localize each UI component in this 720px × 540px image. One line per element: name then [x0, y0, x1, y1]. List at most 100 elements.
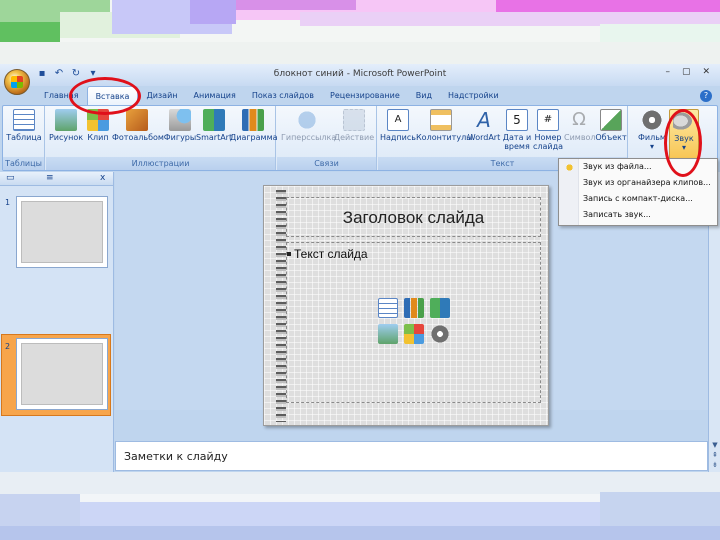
insert-picture-icon[interactable]: [378, 324, 398, 344]
slide-number-button-label: Номер слайда: [532, 133, 564, 151]
shapes-icon: [169, 109, 191, 131]
group-tables: Таблица Таблицы: [3, 106, 45, 170]
shapes-button-label: Фигуры: [163, 133, 197, 142]
clip-button-label: Клип: [87, 133, 109, 142]
menu-item-sound-from-clip-organizer[interactable]: Звук из органайзера клипов...: [583, 178, 711, 187]
outline-tab-icon[interactable]: ≡: [46, 174, 54, 183]
insert-media-icon[interactable]: [430, 324, 450, 344]
slide-thumbnail-1[interactable]: [16, 196, 108, 268]
notes-placeholder: Заметки к слайду: [124, 450, 228, 463]
textbox-button-label: Надпись: [380, 133, 416, 142]
smartart-icon: [203, 109, 225, 131]
powerpoint-window: ▪ ↶ ↻ ▾ блокнот синий - Microsoft PowerP…: [0, 64, 720, 472]
group-links-label: Связи: [277, 157, 376, 170]
minimize-button[interactable]: –: [665, 67, 670, 77]
notes-pane[interactable]: Заметки к слайду: [115, 441, 708, 471]
photo-album-button-label: Фотоальбом: [112, 133, 164, 142]
omega-icon: Ω: [572, 109, 586, 130]
window-controls: – ▢ ✕: [665, 67, 710, 77]
tab-addins[interactable]: Надстройки: [440, 86, 507, 106]
object-button-label: Объект: [595, 133, 627, 142]
wordart-button-label: WordArt: [467, 133, 501, 142]
wordart-icon: A: [477, 108, 491, 132]
office-logo-icon: [11, 76, 23, 88]
tab-design[interactable]: Дизайн: [138, 86, 185, 106]
menu-item-record-sound[interactable]: Записать звук...: [583, 210, 651, 219]
textbox-button[interactable]: A Надпись: [380, 109, 416, 142]
table-button-label: Таблица: [6, 133, 42, 142]
action-button[interactable]: Действие: [333, 109, 375, 142]
wordart-button[interactable]: A WordArt: [466, 109, 502, 142]
symbol-button[interactable]: Ω Символ: [564, 109, 596, 142]
photo-album-button[interactable]: Фотоальбом: [112, 109, 164, 142]
film-reel-icon: [641, 109, 663, 131]
content-insert-icons: [378, 298, 452, 348]
header-footer-icon: [430, 109, 452, 131]
tab-slideshow[interactable]: Показ слайдов: [244, 86, 322, 106]
help-icon[interactable]: ?: [700, 90, 712, 102]
slide-thumbnail-2[interactable]: [16, 338, 108, 410]
slides-tab-icon[interactable]: ▭: [6, 174, 15, 183]
group-tables-label: Таблицы: [3, 157, 44, 170]
insert-chart-icon[interactable]: [404, 298, 424, 318]
tab-review[interactable]: Рецензирование: [322, 86, 408, 106]
slide-number-icon: #: [537, 109, 559, 131]
picture-icon: [55, 109, 77, 131]
slide-number-button[interactable]: # Номер слайда: [532, 109, 564, 151]
picture-button[interactable]: Рисунок: [48, 109, 84, 142]
calendar-icon: 5: [506, 109, 528, 131]
annotation-circle-sound-button: [664, 109, 702, 177]
chart-icon: [242, 109, 264, 131]
menu-item-sound-from-file[interactable]: Звук из файла...: [583, 162, 652, 171]
maximize-button[interactable]: ▢: [682, 67, 691, 77]
hyperlink-button-label: Гиперссылка: [281, 133, 337, 142]
group-illustrations: Рисунок Клип Фотоальбом Фигуры SmartArt …: [46, 106, 278, 170]
header-footer-button[interactable]: Колонтитулы: [416, 109, 473, 142]
table-button[interactable]: Таблица: [5, 109, 43, 142]
shapes-button[interactable]: Фигуры: [162, 109, 198, 142]
group-illustrations-label: Иллюстрации: [46, 157, 275, 170]
movie-button[interactable]: Фильм ▾: [637, 109, 667, 151]
hyperlink-button[interactable]: Гиперссылка: [281, 109, 337, 142]
next-slide-icon[interactable]: ⇟: [710, 460, 720, 470]
scroll-down-icon[interactable]: ▼: [710, 440, 720, 450]
speaker-small-icon: [565, 163, 574, 172]
notebook-spiral: [276, 190, 286, 422]
panel-close-icon[interactable]: x: [100, 174, 105, 183]
date-time-button[interactable]: 5 Дата и время: [502, 109, 532, 151]
symbol-button-label: Символ: [564, 133, 596, 142]
slide-number-2: 2: [5, 342, 11, 351]
slide-number-1: 1: [5, 198, 11, 207]
menu-item-play-cd-audio[interactable]: Запись с компакт-диска...: [583, 194, 693, 203]
tab-view[interactable]: Вид: [408, 86, 440, 106]
insert-table-icon[interactable]: [378, 298, 398, 318]
office-button[interactable]: [4, 69, 30, 95]
tab-animation[interactable]: Анимация: [186, 86, 244, 106]
smartart-button[interactable]: SmartArt: [196, 109, 232, 142]
slide-canvas: Заголовок слайда Текст слайда: [263, 185, 549, 426]
hyperlink-icon: [296, 109, 318, 131]
insert-clipart-icon[interactable]: [404, 324, 424, 344]
object-icon: [600, 109, 622, 131]
close-button[interactable]: ✕: [702, 67, 710, 77]
table-icon: [13, 109, 35, 131]
action-button-label: Действие: [333, 133, 375, 142]
previous-slide-icon[interactable]: ⇞: [710, 450, 720, 460]
object-button[interactable]: Объект: [594, 109, 628, 142]
smartart-button-label: SmartArt: [196, 133, 233, 142]
header-footer-button-label: Колонтитулы: [416, 133, 473, 142]
annotation-circle-insert-tab: [69, 77, 141, 115]
slides-panel: ▭ ≡ x 1 2: [0, 172, 114, 472]
action-icon: [343, 109, 365, 131]
bullet: [287, 252, 291, 256]
slide-title-placeholder[interactable]: Заголовок слайда: [286, 197, 541, 237]
textbox-icon: A: [387, 109, 409, 131]
chart-button[interactable]: Диаграмма: [230, 109, 278, 142]
decorative-background-top: [0, 0, 720, 64]
slide-body-text: Текст слайда: [294, 247, 368, 261]
date-time-button-label: Дата и время: [502, 133, 532, 151]
insert-smartart-icon[interactable]: [430, 298, 450, 318]
slide-body-placeholder[interactable]: Текст слайда: [286, 242, 541, 403]
slides-panel-tabs: ▭ ≡ x: [0, 172, 113, 186]
group-links: Гиперссылка Действие Связи: [277, 106, 377, 170]
